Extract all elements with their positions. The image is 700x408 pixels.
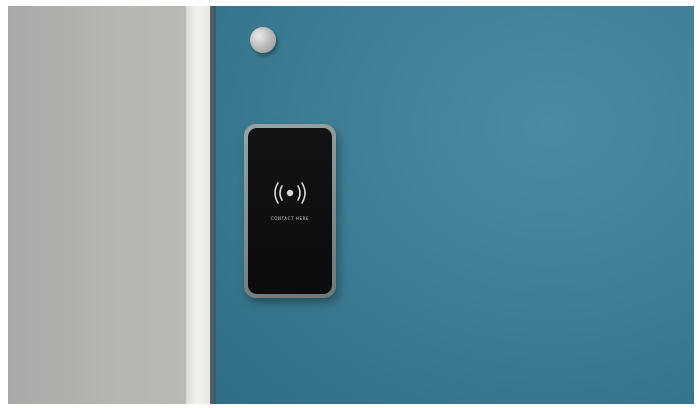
nfc-icon — [274, 182, 306, 204]
lock-screen: CONTACT HERE — [248, 128, 332, 294]
grey-wall-panel — [8, 6, 186, 404]
lock-instruction-text: CONTACT HERE — [270, 216, 310, 221]
white-door-frame — [186, 6, 210, 404]
nfc-lock-device: CONTACT HERE — [244, 124, 336, 298]
door-knob — [250, 27, 276, 53]
locker-scene: CONTACT HERE — [0, 0, 700, 408]
